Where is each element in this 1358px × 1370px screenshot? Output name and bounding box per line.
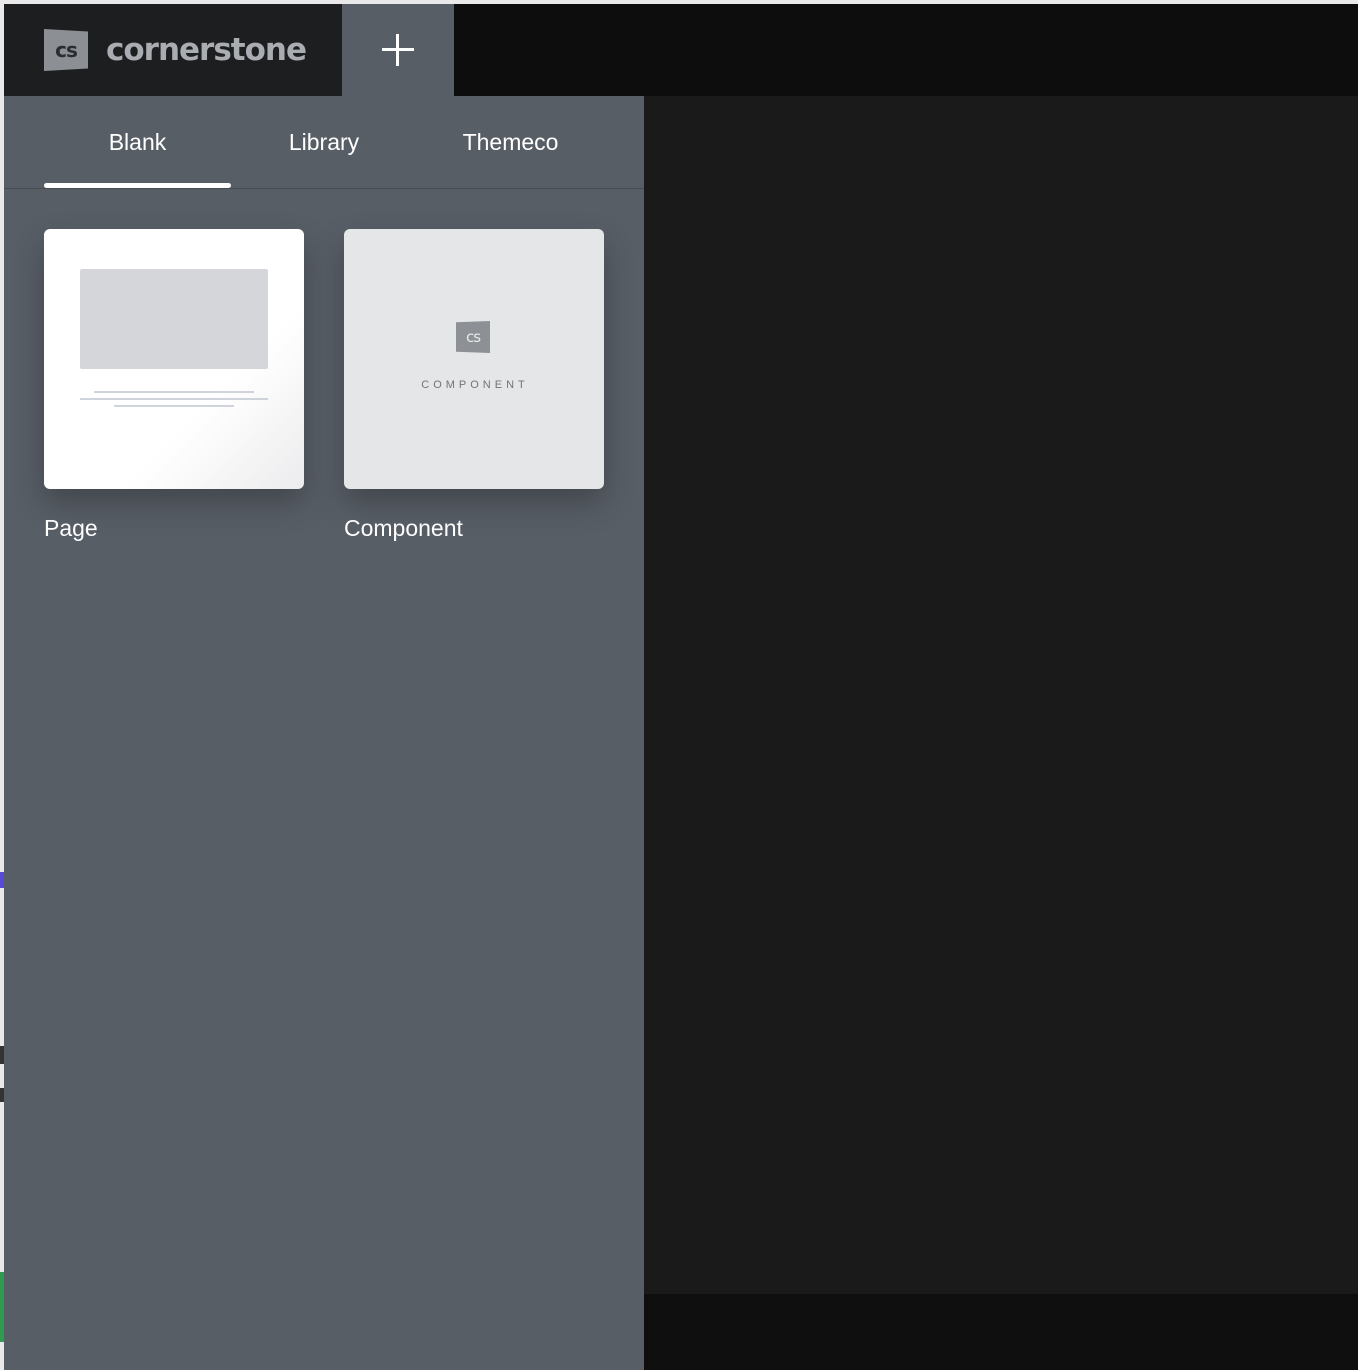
component-card-label: Component bbox=[344, 515, 463, 541]
top-bar: cs cornerstone bbox=[4, 4, 1358, 96]
page-card[interactable]: Page bbox=[44, 229, 304, 542]
page-thumbnail[interactable] bbox=[44, 229, 304, 489]
page-text-line bbox=[114, 405, 234, 407]
page-text-line bbox=[80, 398, 268, 400]
new-content-panel: Blank Library Themeco Page cs COMPONENT bbox=[4, 96, 644, 1370]
page-card-label: Page bbox=[44, 515, 98, 541]
page-image-placeholder bbox=[80, 269, 268, 369]
tab-library[interactable]: Library bbox=[231, 96, 417, 188]
brand-logo[interactable]: cs cornerstone bbox=[4, 4, 342, 96]
tab-themeco[interactable]: Themeco bbox=[417, 96, 604, 188]
preview-area bbox=[644, 96, 1358, 1294]
component-card[interactable]: cs COMPONENT Component bbox=[344, 229, 604, 542]
page-text-line bbox=[94, 391, 254, 393]
tab-blank[interactable]: Blank bbox=[44, 96, 231, 188]
active-tab-indicator bbox=[44, 183, 231, 188]
brand-name: cornerstone bbox=[106, 32, 307, 68]
component-thumbnail[interactable]: cs COMPONENT bbox=[344, 229, 604, 489]
panel-tabs: Blank Library Themeco bbox=[4, 96, 644, 189]
cornerstone-logo-icon: cs bbox=[44, 29, 88, 71]
app-screen: cs cornerstone Blank Library Themeco Pag… bbox=[0, 0, 1358, 1370]
cornerstone-badge-icon: cs bbox=[456, 321, 490, 353]
add-new-button[interactable] bbox=[342, 4, 454, 96]
component-caption: COMPONENT bbox=[421, 379, 529, 391]
preview-footer bbox=[644, 1294, 1358, 1370]
